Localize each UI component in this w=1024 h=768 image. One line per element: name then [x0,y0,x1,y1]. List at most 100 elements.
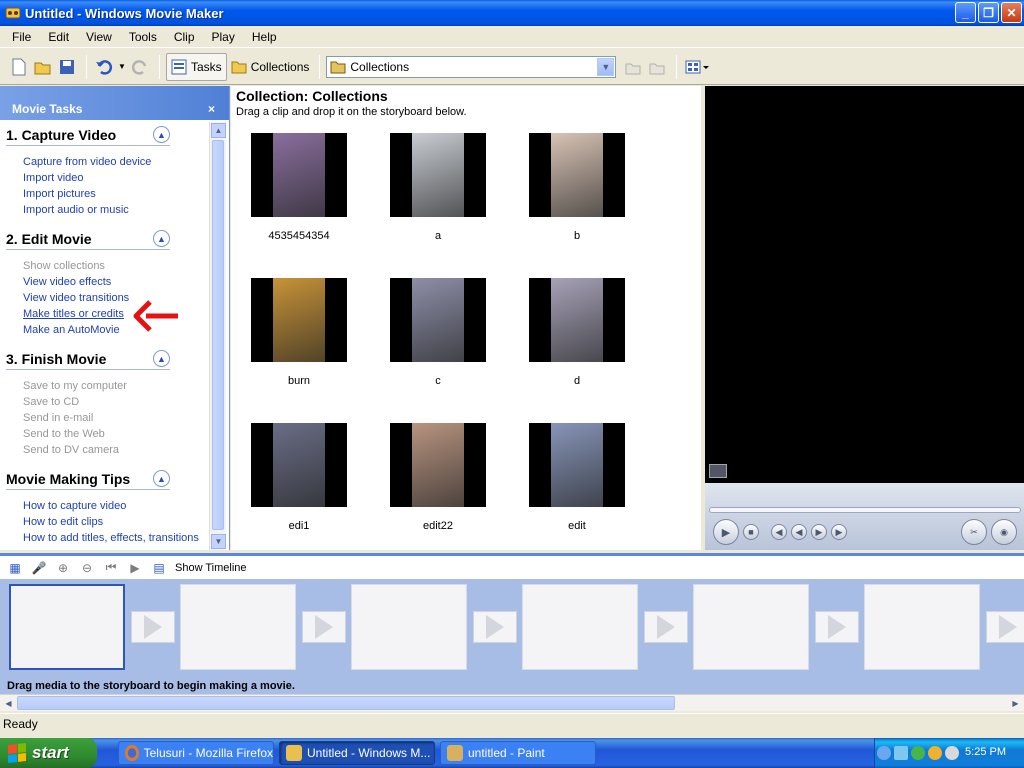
link-view-video-effects[interactable]: View video effects [23,274,229,290]
scroll-left-icon[interactable]: ◀ [1,696,16,711]
storyboard-slot[interactable] [180,584,296,670]
menu-clip[interactable]: Clip [174,30,195,44]
close-button[interactable]: ✕ [1001,2,1022,23]
transition-slot[interactable] [986,611,1024,643]
clip-thumbnail[interactable] [529,423,625,507]
transition-slot[interactable] [815,611,859,643]
taskbar-item-movie-maker[interactable]: Untitled - Windows M... [279,741,435,765]
collection-combo[interactable]: Collections ▼ [326,55,617,78]
collapse-icon[interactable]: ▲ [153,350,170,367]
menu-help[interactable]: Help [252,30,277,44]
scroll-thumb[interactable] [212,140,224,530]
transition-slot[interactable] [473,611,517,643]
split-clip-icon[interactable]: ✂ [961,519,987,545]
link-import-video[interactable]: Import video [23,170,229,186]
transition-slot[interactable] [302,611,346,643]
scroll-down-icon[interactable]: ▼ [211,534,226,549]
rewind-icon[interactable]: ◀ [791,524,807,540]
chevron-down-icon[interactable]: ▼ [597,57,615,76]
update-icon[interactable] [945,746,959,760]
link-make-titles-or-credits[interactable]: Make titles or credits [23,306,229,322]
antivirus-icon[interactable] [928,746,942,760]
maximize-button[interactable]: ❐ [978,2,999,23]
menu-edit[interactable]: Edit [48,30,69,44]
network-icon[interactable] [894,746,908,760]
zoom-out-icon[interactable]: ⊖ [77,558,97,578]
clip-thumbnail[interactable] [390,423,486,507]
clip-thumbnail[interactable] [251,278,347,362]
rewind-storyboard-icon[interactable]: ⏮ [101,558,121,578]
undo-icon[interactable] [93,56,115,78]
undo-dropdown-icon[interactable]: ▼ [117,56,127,78]
save-icon[interactable] [56,56,78,78]
scroll-thumb[interactable] [17,696,675,710]
collapse-icon[interactable]: ▲ [153,230,170,247]
link-show-collections: Show collections [23,260,105,272]
clip-thumbnail[interactable] [390,278,486,362]
link-make-automovie[interactable]: Make an AutoMovie [23,322,229,338]
link-how-to-capture-video[interactable]: How to capture video [23,498,229,514]
clip-label: burn [287,375,311,387]
clip-thumbnail[interactable] [251,133,347,217]
storyboard-slot[interactable] [9,584,125,670]
storyboard-slot[interactable] [864,584,980,670]
next-frame-icon[interactable]: ▶ [831,524,847,540]
menu-view[interactable]: View [86,30,112,44]
stop-icon[interactable]: ■ [743,524,759,540]
minimize-button[interactable]: _ [955,2,976,23]
link-capture-from-video-device[interactable]: Capture from video device [23,154,229,170]
transition-slot[interactable] [131,611,175,643]
link-view-video-transitions[interactable]: View video transitions [23,290,229,306]
link-import-pictures[interactable]: Import pictures [23,186,229,202]
seek-bar[interactable] [709,507,1021,513]
taskbar-item-firefox[interactable]: Telusuri - Mozilla Firefox [118,741,274,765]
zoom-in-icon[interactable]: ⊕ [53,558,73,578]
storyboard-slot[interactable] [693,584,809,670]
timeline-icon[interactable]: ▤ [149,558,169,578]
clip-thumbnail[interactable] [529,133,625,217]
up-one-level-icon[interactable] [622,56,644,78]
paint-icon [447,745,463,761]
show-timeline-button[interactable]: Show Timeline [175,562,247,574]
clip-thumbnail[interactable] [251,423,347,507]
take-picture-icon[interactable]: ◉ [991,519,1017,545]
play-icon[interactable]: ▶ [713,519,739,545]
collections-button[interactable]: Collections [227,53,314,81]
task-pane-scrollbar[interactable]: ▲ ▼ [209,122,226,550]
storyboard-slot[interactable] [522,584,638,670]
scroll-up-icon[interactable]: ▲ [211,123,226,138]
play-storyboard-icon[interactable]: ▶ [125,558,145,578]
taskbar-item-paint[interactable]: untitled - Paint [440,741,596,765]
clip-thumbnail[interactable] [529,278,625,362]
menu-file[interactable]: File [12,30,31,44]
link-import-audio[interactable]: Import audio or music [23,202,229,218]
storyboard-view-icon[interactable]: ▦ [5,558,25,578]
clip-thumbnail[interactable] [390,133,486,217]
expand-tray-icon[interactable] [877,746,891,760]
menu-tools[interactable]: Tools [129,30,157,44]
narrate-icon[interactable]: 🎤 [29,558,49,578]
views-icon[interactable] [683,56,711,78]
storyboard-scrollbar[interactable]: ◀ ▶ [0,694,1024,711]
collapse-icon[interactable]: ▲ [153,470,170,487]
new-project-icon[interactable] [8,56,30,78]
security-icon[interactable] [911,746,925,760]
close-pane-icon[interactable]: × [208,102,215,116]
storyboard-slot[interactable] [351,584,467,670]
previous-frame-icon[interactable]: ◀ [771,524,787,540]
open-project-icon[interactable] [32,56,54,78]
link-how-to-edit-clips[interactable]: How to edit clips [23,514,229,530]
menu-play[interactable]: Play [212,30,235,44]
new-collection-folder-icon[interactable] [646,56,668,78]
redo-icon[interactable] [129,56,151,78]
fullscreen-icon[interactable] [709,464,727,478]
link-how-to-add-titles[interactable]: How to add titles, effects, transitions [23,530,229,546]
tasks-button[interactable]: Tasks [166,52,227,81]
scroll-right-icon[interactable]: ▶ [1008,696,1023,711]
collapse-icon[interactable]: ▲ [153,126,170,143]
taskbar: start Telusuri - Mozilla Firefox Untitle… [0,738,1024,768]
forward-icon[interactable]: ▶ [811,524,827,540]
storyboard: Drag media to the storyboard to begin ma… [0,579,1024,694]
transition-slot[interactable] [644,611,688,643]
start-button[interactable]: start [0,738,97,768]
